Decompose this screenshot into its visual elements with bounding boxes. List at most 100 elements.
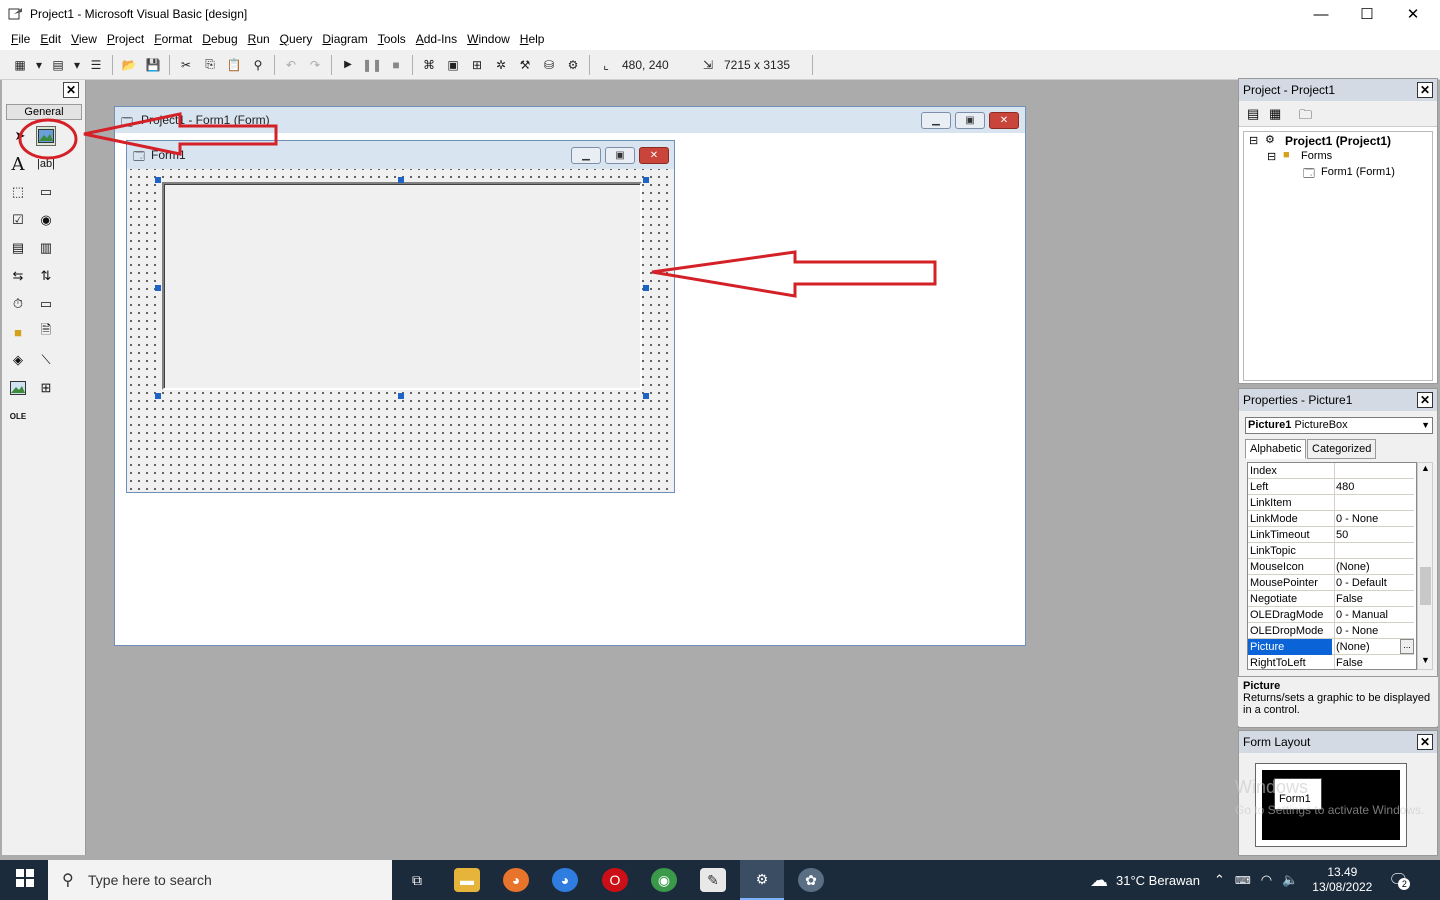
property-row[interactable]: LinkTimeout 50 — [1248, 527, 1414, 543]
property-row[interactable]: MousePointer 0 - Default — [1248, 575, 1414, 591]
chrome-icon[interactable]: ◉ — [651, 868, 677, 892]
property-name: Index — [1250, 465, 1277, 477]
property-grid: Index Left 480 LinkItem LinkMode 0 - None … — [1247, 462, 1417, 670]
toggle-folders-icon[interactable]: 🗀 — [1299, 106, 1312, 128]
view-code-icon[interactable]: ▤ — [1247, 106, 1259, 122]
minimize-button[interactable]: — — [1298, 0, 1344, 28]
object-selector-combo[interactable]: Picture1 PictureBox ▼ — [1245, 417, 1433, 434]
property-row[interactable]: MouseIcon (None) — [1248, 559, 1414, 575]
resize-handle[interactable] — [155, 393, 161, 399]
data-tool-icon[interactable]: ⊞ — [36, 378, 56, 398]
dirlistbox-tool-icon[interactable]: ■ — [8, 322, 28, 342]
property-row[interactable]: LinkMode 0 - None — [1248, 511, 1414, 527]
property-value[interactable]: False — [1336, 657, 1414, 669]
property-value[interactable]: 0 - None — [1336, 513, 1414, 525]
image-tool-icon[interactable] — [8, 378, 28, 398]
paint-icon[interactable]: ✿ — [798, 868, 824, 892]
chevron-up-icon[interactable]: ⌃ — [1214, 872, 1225, 888]
property-name: MousePointer — [1250, 577, 1318, 589]
property-row[interactable]: Negotiate False — [1248, 591, 1414, 607]
clock-date: 13/08/2022 — [1312, 880, 1373, 894]
volume-icon[interactable]: 🔈 — [1282, 872, 1298, 888]
property-name: LinkItem — [1250, 497, 1292, 509]
property-row[interactable]: LinkTopic — [1248, 543, 1414, 559]
property-name: Negotiate — [1250, 593, 1298, 605]
property-value[interactable]: 50 — [1336, 529, 1414, 541]
ole-tool-icon[interactable]: OLE — [8, 406, 28, 426]
tree-collapse-icon[interactable]: ⊟ — [1249, 134, 1258, 147]
property-value[interactable]: 0 - None — [1336, 625, 1414, 637]
project-explorer-panel: Project - Project1 ✕ ▤ ▦ 🗀 ⊟ ⚙ Project1 … — [1238, 78, 1438, 384]
property-name: Picture — [1248, 639, 1332, 655]
close-button[interactable]: ✕ — [1390, 0, 1436, 28]
firefox-icon[interactable]: ◕ — [503, 868, 529, 892]
chevron-down-icon[interactable]: ▼ — [1421, 655, 1430, 665]
activation-watermark-text: Go to Settings to activate Windows. — [1235, 803, 1425, 817]
maximize-button[interactable]: ☐ — [1344, 0, 1390, 28]
visual-basic-taskbar-icon[interactable]: ⚙ — [740, 860, 784, 900]
ellipsis-button[interactable]: ... — [1400, 639, 1414, 654]
form-node-icon: 🗔 — [1303, 168, 1315, 180]
chevron-up-icon[interactable]: ▲ — [1421, 463, 1430, 473]
weather-text[interactable]: 31°C Berawan — [1116, 873, 1200, 888]
line-tool-icon[interactable]: ⟍ — [36, 350, 56, 370]
property-value[interactable]: 0 - Default — [1336, 577, 1414, 589]
properties-panel-header: Properties - Picture1 — [1239, 389, 1437, 411]
windows-start-icon[interactable] — [12, 866, 38, 890]
clock-time: 13.49 — [1327, 865, 1358, 879]
file-explorer-icon[interactable]: ▬ — [454, 868, 480, 892]
property-name: LinkTimeout — [1250, 529, 1310, 541]
property-row-selected[interactable]: Picture (None)... — [1248, 639, 1414, 655]
view-object-icon[interactable]: ▦ — [1269, 106, 1281, 122]
shape-tool-icon[interactable]: ◈ — [8, 350, 28, 370]
tree-item-forms[interactable]: Forms — [1301, 150, 1332, 162]
resize-handle[interactable] — [643, 393, 649, 399]
project-panel-close-button[interactable]: ✕ — [1417, 82, 1433, 98]
tree-collapse-icon[interactable]: ⊟ — [1267, 150, 1276, 163]
tab-categorized[interactable]: Categorized — [1307, 439, 1377, 459]
project-icon: ⚙ — [1265, 134, 1275, 146]
annotation-circle — [18, 118, 78, 160]
notepad-icon[interactable]: ✎ — [700, 868, 726, 892]
property-name: Left — [1250, 481, 1269, 493]
property-name: OLEDropMode — [1250, 625, 1324, 637]
form-layout-header: Form Layout — [1239, 731, 1437, 753]
wifi-icon[interactable]: ◠ — [1261, 872, 1272, 888]
properties-panel-close-button[interactable]: ✕ — [1417, 392, 1433, 408]
property-name: OLEDragMode — [1250, 609, 1324, 621]
property-row[interactable]: OLEDragMode 0 - Manual — [1248, 607, 1414, 623]
filelistbox-tool-icon[interactable]: 🗎 — [36, 322, 56, 342]
property-value[interactable]: False — [1336, 593, 1414, 605]
property-scrollbar[interactable]: ▲ ▼ — [1417, 462, 1433, 670]
system-tray: ☁ 31°C Berawan ⌃ ⌨ ◠ 🔈 13.49 13/08/2022 … — [1090, 860, 1411, 900]
property-name: RightToLeft — [1250, 657, 1306, 669]
resize-handle[interactable] — [398, 393, 404, 399]
taskbar-search-box[interactable]: ⚲ Type here to search — [48, 860, 392, 900]
tree-item-form1[interactable]: Form1 (Form1) — [1321, 166, 1395, 178]
tab-alphabetic[interactable]: Alphabetic — [1245, 439, 1307, 459]
property-value[interactable]: (None) — [1336, 561, 1414, 573]
property-row[interactable]: Left 480 — [1248, 479, 1414, 495]
clock[interactable]: 13.49 13/08/2022 — [1312, 865, 1372, 895]
annotation-arrow-toolbox — [83, 112, 278, 156]
search-icon: ⚲ — [62, 872, 74, 889]
task-view-icon[interactable]: ⧉ — [404, 868, 430, 892]
keyboard-icon[interactable]: ⌨ — [1235, 874, 1251, 887]
folder-icon: ■ — [1283, 149, 1290, 161]
scroll-thumb[interactable] — [1420, 567, 1431, 605]
chevron-down-icon[interactable]: ▼ — [1421, 418, 1430, 433]
notification-icon[interactable]: 🗨 2 — [1388, 870, 1411, 890]
property-row[interactable]: OLEDropMode 0 - None — [1248, 623, 1414, 639]
opera-icon[interactable]: O — [602, 868, 628, 892]
property-row[interactable]: RightToLeft False — [1248, 655, 1414, 669]
tree-item-project1[interactable]: Project1 (Project1) — [1285, 134, 1391, 148]
property-row[interactable]: LinkItem — [1248, 495, 1414, 511]
object-type: PictureBox — [1294, 419, 1348, 431]
form-layout-close-button[interactable]: ✕ — [1417, 734, 1433, 750]
search-placeholder: Type here to search — [88, 872, 212, 888]
property-value[interactable]: 480 — [1336, 481, 1414, 493]
firefox-developer-icon[interactable]: ◕ — [552, 868, 578, 892]
property-value[interactable]: 0 - Manual — [1336, 609, 1414, 621]
property-row[interactable]: Index — [1248, 463, 1414, 479]
description-title: Picture — [1243, 680, 1281, 692]
